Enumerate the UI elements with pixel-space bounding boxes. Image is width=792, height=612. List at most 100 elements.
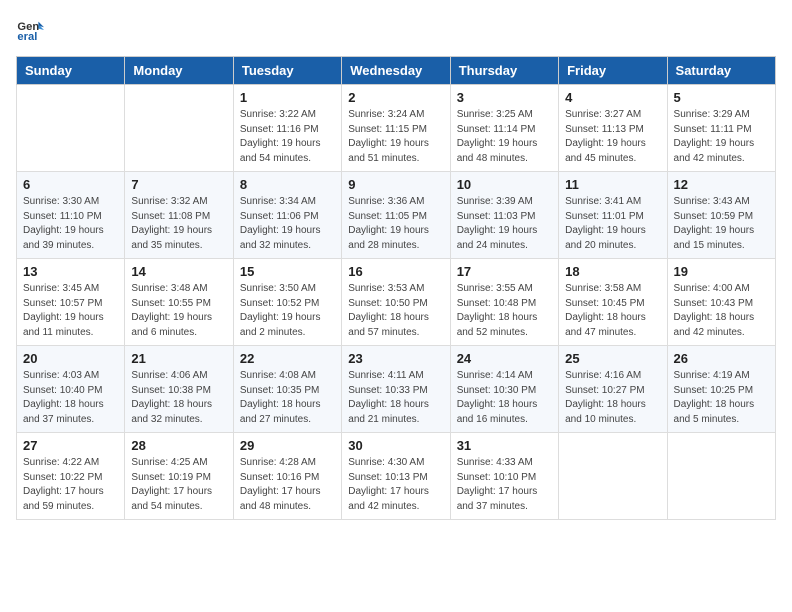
day-number: 19	[674, 264, 769, 279]
day-number: 13	[23, 264, 118, 279]
calendar-cell: 8Sunrise: 3:34 AM Sunset: 11:06 PM Dayli…	[233, 172, 341, 259]
day-detail: Sunrise: 3:43 AM Sunset: 10:59 PM Daylig…	[674, 195, 769, 253]
day-number: 18	[565, 264, 660, 279]
calendar-cell: 15 Sunrise: 3:50 AM Sunset: 10:52 PM Dayl…	[233, 259, 341, 346]
day-number: 2	[348, 90, 443, 105]
calendar-cell: 7 Sunrise: 3:32 AM Sunset: 11:08 PM Dayli…	[125, 172, 233, 259]
calendar-cell	[667, 433, 775, 520]
calendar-cell: 12 Sunrise: 3:43 AM Sunset: 10:59 PM Dayl…	[667, 172, 775, 259]
calendar-cell: 6Sunrise: 3:30 AM Sunset: 11:10 PM Dayli…	[17, 172, 125, 259]
calendar-cell: 29Sunrise: 4:28 AM Sunset: 10:16 PM Dayl…	[233, 433, 341, 520]
day-number: 4	[565, 90, 660, 105]
day-number: 28	[131, 438, 226, 453]
calendar-cell: 16 Sunrise: 3:53 AM Sunset: 10:50 PM Dayl…	[342, 259, 450, 346]
day-detail: Sunrise: 3:41 AM Sunset: 11:01 PM Daylig…	[565, 195, 660, 253]
day-number: 22	[240, 351, 335, 366]
day-detail: Sunrise: 3:24 AM Sunset: 11:15 PM Daylig…	[348, 108, 443, 166]
calendar-cell: 2 Sunrise: 3:24 AM Sunset: 11:15 PM Dayli…	[342, 85, 450, 172]
calendar-cell: 21 Sunrise: 4:06 AM Sunset: 10:38 PM Dayl…	[125, 346, 233, 433]
calendar-cell: 13Sunrise: 3:45 AM Sunset: 10:57 PM Dayl…	[17, 259, 125, 346]
calendar-cell: 11 Sunrise: 3:41 AM Sunset: 11:01 PM Dayl…	[559, 172, 667, 259]
day-detail: Sunrise: 4:22 AM Sunset: 10:22 PM Daylig…	[23, 456, 118, 514]
day-number: 23	[348, 351, 443, 366]
day-number: 26	[674, 351, 769, 366]
calendar-cell	[17, 85, 125, 172]
logo-icon: Gen eral	[16, 16, 44, 44]
day-detail: Sunrise: 3:36 AM Sunset: 11:05 PM Daylig…	[348, 195, 443, 253]
day-detail: Sunrise: 4:19 AM Sunset: 10:25 PM Daylig…	[674, 369, 769, 427]
day-detail: Sunrise: 3:55 AM Sunset: 10:48 PM Daylig…	[457, 282, 552, 340]
day-number: 11	[565, 177, 660, 192]
day-detail: Sunrise: 3:48 AM Sunset: 10:55 PM Daylig…	[131, 282, 226, 340]
day-detail: Sunrise: 4:33 AM Sunset: 10:10 PM Daylig…	[457, 456, 552, 514]
calendar-cell: 5 Sunrise: 3:29 AM Sunset: 11:11 PM Dayli…	[667, 85, 775, 172]
day-detail: Sunrise: 3:22 AM Sunset: 11:16 PM Daylig…	[240, 108, 335, 166]
calendar-cell: 1Sunrise: 3:22 AM Sunset: 11:16 PM Dayli…	[233, 85, 341, 172]
calendar-cell: 24 Sunrise: 4:14 AM Sunset: 10:30 PM Dayl…	[450, 346, 558, 433]
calendar-cell: 27 Sunrise: 4:22 AM Sunset: 10:22 PM Dayl…	[17, 433, 125, 520]
calendar-cell: 17 Sunrise: 3:55 AM Sunset: 10:48 PM Dayl…	[450, 259, 558, 346]
day-number: 20	[23, 351, 118, 366]
svg-text:eral: eral	[17, 31, 37, 43]
weekday-header-saturday: Saturday	[667, 57, 775, 85]
day-number: 17	[457, 264, 552, 279]
day-detail: Sunrise: 3:58 AM Sunset: 10:45 PM Daylig…	[565, 282, 660, 340]
day-number: 15	[240, 264, 335, 279]
day-detail: Sunrise: 4:03 AM Sunset: 10:40 PM Daylig…	[23, 369, 118, 427]
day-detail: Sunrise: 4:14 AM Sunset: 10:30 PM Daylig…	[457, 369, 552, 427]
day-detail: Sunrise: 4:00 AM Sunset: 10:43 PM Daylig…	[674, 282, 769, 340]
calendar-cell: 28 Sunrise: 4:25 AM Sunset: 10:19 PM Dayl…	[125, 433, 233, 520]
day-detail: Sunrise: 3:29 AM Sunset: 11:11 PM Daylig…	[674, 108, 769, 166]
day-detail: Sunrise: 4:16 AM Sunset: 10:27 PM Daylig…	[565, 369, 660, 427]
calendar-week-1: 1Sunrise: 3:22 AM Sunset: 11:16 PM Dayli…	[17, 85, 776, 172]
calendar-cell: 22 Sunrise: 4:08 AM Sunset: 10:35 PM Dayl…	[233, 346, 341, 433]
page-header: Gen eral	[16, 16, 776, 44]
day-number: 12	[674, 177, 769, 192]
day-detail: Sunrise: 3:27 AM Sunset: 11:13 PM Daylig…	[565, 108, 660, 166]
day-detail: Sunrise: 4:06 AM Sunset: 10:38 PM Daylig…	[131, 369, 226, 427]
day-number: 10	[457, 177, 552, 192]
day-number: 25	[565, 351, 660, 366]
day-number: 21	[131, 351, 226, 366]
logo: Gen eral	[16, 16, 48, 44]
day-number: 7	[131, 177, 226, 192]
day-number: 14	[131, 264, 226, 279]
day-number: 8	[240, 177, 335, 192]
calendar-week-3: 13Sunrise: 3:45 AM Sunset: 10:57 PM Dayl…	[17, 259, 776, 346]
calendar-cell: 9 Sunrise: 3:36 AM Sunset: 11:05 PM Dayli…	[342, 172, 450, 259]
weekday-header-friday: Friday	[559, 57, 667, 85]
calendar-table: SundayMondayTuesdayWednesdayThursdayFrid…	[16, 56, 776, 520]
calendar-week-2: 6Sunrise: 3:30 AM Sunset: 11:10 PM Dayli…	[17, 172, 776, 259]
calendar-week-4: 20 Sunrise: 4:03 AM Sunset: 10:40 PM Dayl…	[17, 346, 776, 433]
calendar-cell: 25 Sunrise: 4:16 AM Sunset: 10:27 PM Dayl…	[559, 346, 667, 433]
calendar-cell	[559, 433, 667, 520]
day-detail: Sunrise: 3:39 AM Sunset: 11:03 PM Daylig…	[457, 195, 552, 253]
calendar-cell: 3Sunrise: 3:25 AM Sunset: 11:14 PM Dayli…	[450, 85, 558, 172]
day-detail: Sunrise: 4:11 AM Sunset: 10:33 PM Daylig…	[348, 369, 443, 427]
day-detail: Sunrise: 4:25 AM Sunset: 10:19 PM Daylig…	[131, 456, 226, 514]
day-number: 30	[348, 438, 443, 453]
day-number: 24	[457, 351, 552, 366]
calendar-week-5: 27 Sunrise: 4:22 AM Sunset: 10:22 PM Dayl…	[17, 433, 776, 520]
day-number: 5	[674, 90, 769, 105]
weekday-header-monday: Monday	[125, 57, 233, 85]
weekday-header-wednesday: Wednesday	[342, 57, 450, 85]
calendar-cell: 23 Sunrise: 4:11 AM Sunset: 10:33 PM Dayl…	[342, 346, 450, 433]
day-detail: Sunrise: 3:32 AM Sunset: 11:08 PM Daylig…	[131, 195, 226, 253]
calendar-cell: 31 Sunrise: 4:33 AM Sunset: 10:10 PM Dayl…	[450, 433, 558, 520]
day-detail: Sunrise: 3:53 AM Sunset: 10:50 PM Daylig…	[348, 282, 443, 340]
day-number: 3	[457, 90, 552, 105]
day-detail: Sunrise: 3:50 AM Sunset: 10:52 PM Daylig…	[240, 282, 335, 340]
calendar-header-row: SundayMondayTuesdayWednesdayThursdayFrid…	[17, 57, 776, 85]
day-number: 27	[23, 438, 118, 453]
day-number: 31	[457, 438, 552, 453]
day-detail: Sunrise: 4:08 AM Sunset: 10:35 PM Daylig…	[240, 369, 335, 427]
day-number: 9	[348, 177, 443, 192]
calendar-cell: 26 Sunrise: 4:19 AM Sunset: 10:25 PM Dayl…	[667, 346, 775, 433]
day-number: 16	[348, 264, 443, 279]
calendar-cell: 4 Sunrise: 3:27 AM Sunset: 11:13 PM Dayli…	[559, 85, 667, 172]
calendar-cell: 14 Sunrise: 3:48 AM Sunset: 10:55 PM Dayl…	[125, 259, 233, 346]
calendar-cell: 30Sunrise: 4:30 AM Sunset: 10:13 PM Dayl…	[342, 433, 450, 520]
day-detail: Sunrise: 4:28 AM Sunset: 10:16 PM Daylig…	[240, 456, 335, 514]
weekday-header-thursday: Thursday	[450, 57, 558, 85]
